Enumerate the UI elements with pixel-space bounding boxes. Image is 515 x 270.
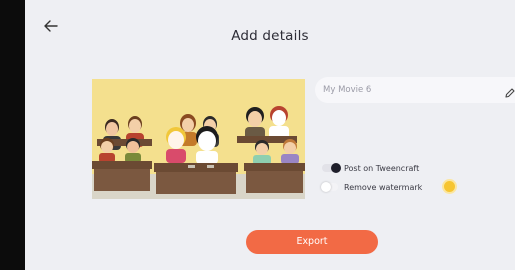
toggle-knob xyxy=(321,182,331,192)
add-details-screen: Add details My Movie 6 Post on Tweencraf… xyxy=(25,0,515,270)
pencil-icon[interactable] xyxy=(504,84,515,98)
device-edge xyxy=(0,0,25,270)
coin-icon xyxy=(444,181,455,192)
toggle-knob xyxy=(331,163,341,173)
export-button[interactable]: Export xyxy=(246,230,378,254)
page-title: Add details xyxy=(231,28,309,44)
video-thumbnail xyxy=(92,79,305,199)
post-label: Post on Tweencraft xyxy=(344,163,420,173)
movie-name-input[interactable]: My Movie 6 xyxy=(315,77,515,103)
watermark-label: Remove watermark xyxy=(344,182,423,192)
watermark-toggle[interactable] xyxy=(321,182,338,192)
post-toggle[interactable] xyxy=(322,163,341,173)
remove-watermark-option: Remove watermark xyxy=(321,180,423,194)
post-on-tweencraft-option: Post on Tweencraft xyxy=(322,161,419,175)
